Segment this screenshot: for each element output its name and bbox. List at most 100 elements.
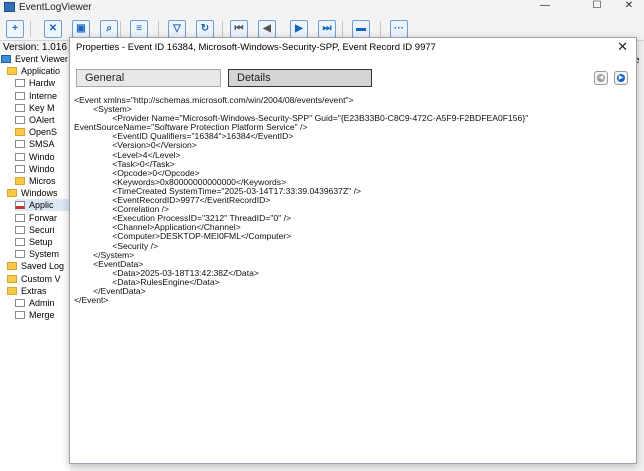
tree-item-label: Windo xyxy=(29,151,55,162)
log-icon xyxy=(15,140,25,149)
tree-item[interactable]: Merge xyxy=(15,309,70,321)
tree-item[interactable]: Event Viewer ( xyxy=(1,54,70,65)
main-title-bar: EventLogViewer — ☐ ✕ xyxy=(0,0,644,15)
xml-line: </Event> xyxy=(74,295,109,306)
folder-icon xyxy=(7,189,17,198)
tree-item[interactable]: Setup xyxy=(15,236,70,248)
folder-icon xyxy=(15,128,25,137)
refresh-button[interactable]: ↻ xyxy=(196,20,214,38)
minimize-button[interactable]: — xyxy=(530,0,560,14)
panel-icon: ▬ xyxy=(356,23,366,34)
tree-item-label: Custom V xyxy=(21,273,61,284)
folder-icon xyxy=(7,274,17,283)
tree-item[interactable]: Applic xyxy=(15,199,70,212)
log-icon xyxy=(15,311,25,320)
last-button[interactable]: ⏭ xyxy=(318,20,336,38)
tree-item[interactable]: Micros xyxy=(15,175,70,187)
close-window-button[interactable]: ✕ xyxy=(614,0,644,14)
folder-icon xyxy=(7,262,17,271)
filter-button[interactable]: ▽ xyxy=(168,20,186,38)
tree-item[interactable]: Saved Log xyxy=(7,260,70,272)
log-icon xyxy=(15,103,25,112)
first-icon: ⏮ xyxy=(234,23,244,34)
toolbar-separator xyxy=(342,21,343,37)
tree-item-label: Merge xyxy=(29,310,55,321)
log-icon xyxy=(15,225,25,234)
event-viewer-icon xyxy=(1,55,11,63)
tree-item-label: System xyxy=(29,249,60,260)
tree-item[interactable]: Admin xyxy=(15,297,70,309)
log-icon xyxy=(15,213,25,222)
save-icon: ▣ xyxy=(76,23,86,34)
properties-dialog: Properties - Event ID 16384, Microsoft-W… xyxy=(69,37,637,464)
dialog-title: Properties - Event ID 16384, Microsoft-W… xyxy=(76,42,436,53)
tree-item[interactable]: Windo xyxy=(15,151,70,163)
log-icon xyxy=(15,79,25,88)
save-button[interactable]: ▣ xyxy=(72,20,90,38)
tree-item-label: Hardw xyxy=(29,78,56,89)
panel-button[interactable]: ▬ xyxy=(352,20,370,38)
tree-item[interactable]: Windows xyxy=(7,187,70,199)
tree-item[interactable]: Forwar xyxy=(15,212,70,224)
list-button[interactable]: ≡ xyxy=(130,20,148,38)
log-icon xyxy=(15,238,25,246)
tree-item-label: Forwar xyxy=(29,212,58,223)
tree-item[interactable]: Interne xyxy=(15,90,70,102)
xml-line: <Data>RulesEngine</Data> xyxy=(74,276,220,287)
tab-details[interactable]: Details xyxy=(228,69,372,87)
tree-item[interactable]: Key M xyxy=(15,102,70,114)
tree-item-label: Key M xyxy=(29,102,55,113)
tree-item-label: Interne xyxy=(29,90,58,101)
add-button[interactable]: + xyxy=(6,20,24,38)
previous-button[interactable]: ◀ xyxy=(258,20,276,38)
dialog-close-button[interactable]: ✕ xyxy=(617,40,628,54)
tree-item[interactable]: OpenS xyxy=(15,126,70,138)
log-icon xyxy=(15,116,25,124)
tree-item[interactable]: Windo xyxy=(15,163,70,175)
log-icon xyxy=(15,91,25,100)
log-icon xyxy=(15,152,25,161)
tree-item-label: Applic xyxy=(29,200,54,211)
more-icon: ··· xyxy=(394,23,404,34)
tree-item[interactable]: Hardw xyxy=(15,77,70,89)
remove-icon: ✕ xyxy=(48,23,58,34)
last-icon: ⏭ xyxy=(322,23,332,34)
tree-item-label: Saved Log xyxy=(21,261,65,272)
search-button[interactable]: ⌕ xyxy=(100,20,118,38)
log-tree: Event Viewer (Applicatio Hardw Interne Key … xyxy=(0,54,70,471)
xml-line: </EventData> xyxy=(74,285,146,296)
tab-general[interactable]: General xyxy=(76,69,221,87)
folder-icon xyxy=(7,67,17,76)
add-icon: + xyxy=(12,23,18,34)
tree-item[interactable]: System xyxy=(15,248,70,260)
toolbar-separator xyxy=(222,21,223,37)
first-button[interactable]: ⏮ xyxy=(230,20,248,38)
log-icon xyxy=(15,201,25,210)
tree-item[interactable]: Custom V xyxy=(7,273,70,285)
list-icon: ≡ xyxy=(136,23,142,34)
tree-item[interactable]: SMSA xyxy=(15,138,70,150)
tree-item-label: OAlert xyxy=(29,115,55,125)
previous-icon: ◀ xyxy=(263,23,271,34)
tree-item[interactable]: Extras xyxy=(7,285,70,297)
maximize-button[interactable]: ☐ xyxy=(582,0,612,14)
tree-item[interactable]: OAlert xyxy=(15,114,70,126)
tree-item-label: Windows xyxy=(21,188,58,199)
tree-item-label: SMSA xyxy=(29,139,55,150)
app-title: EventLogViewer xyxy=(19,2,92,13)
event-xml-view: <Event xmlns="http://schemas.microsoft.c… xyxy=(74,95,630,306)
more-button[interactable]: ··· xyxy=(390,20,408,38)
tree-item[interactable]: Securi xyxy=(15,224,70,236)
tree-item-label: Securi xyxy=(29,224,55,235)
next-button[interactable]: ▶ xyxy=(290,20,308,38)
toolbar-separator xyxy=(158,21,159,37)
tree-item[interactable]: Applicatio xyxy=(7,65,70,77)
refresh-icon: ↻ xyxy=(200,23,210,34)
next-icon: ▶ xyxy=(617,74,625,82)
tree-item-label: Applicatio xyxy=(21,66,61,77)
tree-item-label: Micros xyxy=(29,176,56,186)
previous-event-button[interactable]: ◀ xyxy=(594,71,608,85)
toolbar-separator xyxy=(380,21,381,37)
remove-button[interactable]: ✕ xyxy=(44,20,62,38)
next-event-button[interactable]: ▶ xyxy=(614,71,628,85)
